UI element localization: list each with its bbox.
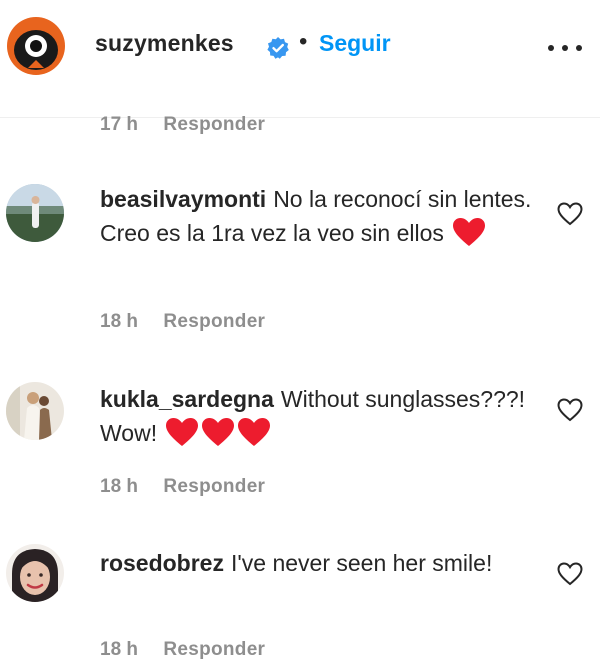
comment-text: kukla_sardegna Without sunglasses???! Wow… (100, 382, 540, 450)
more-options-icon[interactable] (543, 34, 587, 62)
comment-meta: 18 h Responder (100, 311, 265, 333)
like-heart-icon[interactable] (557, 398, 583, 422)
separator-dot: • (299, 28, 308, 55)
red-heart-emoji (201, 417, 235, 447)
reply-button[interactable]: Responder (163, 311, 265, 332)
comment-meta: 18 h Responder (100, 476, 265, 498)
red-heart-emoji (237, 417, 271, 447)
commenter-avatar[interactable] (6, 382, 64, 440)
comment-meta: 18 h Responder (100, 639, 265, 661)
commenter-username[interactable]: beasilvaymonti (100, 186, 266, 212)
commenter-username[interactable]: rosedobrez (100, 550, 224, 576)
comment-meta: 17 h Responder (100, 114, 265, 136)
emoji-group (163, 417, 271, 447)
reply-button[interactable]: Responder (163, 639, 265, 660)
post-header: suzymenkes • Seguir (0, 0, 600, 118)
verified-badge-icon (266, 36, 290, 60)
comment-body: I've never seen her smile! (230, 550, 493, 576)
comment-time: 18 h (100, 311, 139, 332)
comment-time: 18 h (100, 476, 139, 497)
red-heart-emoji (165, 417, 199, 447)
comment-time: 17 h (100, 114, 139, 135)
comment-text: rosedobrez I've never seen her smile! (100, 546, 540, 580)
reply-button[interactable]: Responder (163, 476, 265, 497)
follow-button[interactable]: Seguir (319, 30, 391, 57)
commenter-username[interactable]: kukla_sardegna (100, 386, 274, 412)
profile-avatar[interactable] (6, 16, 66, 76)
like-heart-icon[interactable] (557, 562, 583, 586)
comment-text: beasilvaymonti No la reconocí sin lentes.… (100, 182, 540, 250)
commenter-avatar[interactable] (6, 184, 64, 242)
comment-time: 18 h (100, 639, 139, 660)
reply-button[interactable]: Responder (163, 114, 265, 135)
red-heart-emoji (452, 217, 486, 247)
post-username[interactable]: suzymenkes (95, 30, 234, 57)
commenter-avatar[interactable] (6, 544, 64, 602)
like-heart-icon[interactable] (557, 202, 583, 226)
